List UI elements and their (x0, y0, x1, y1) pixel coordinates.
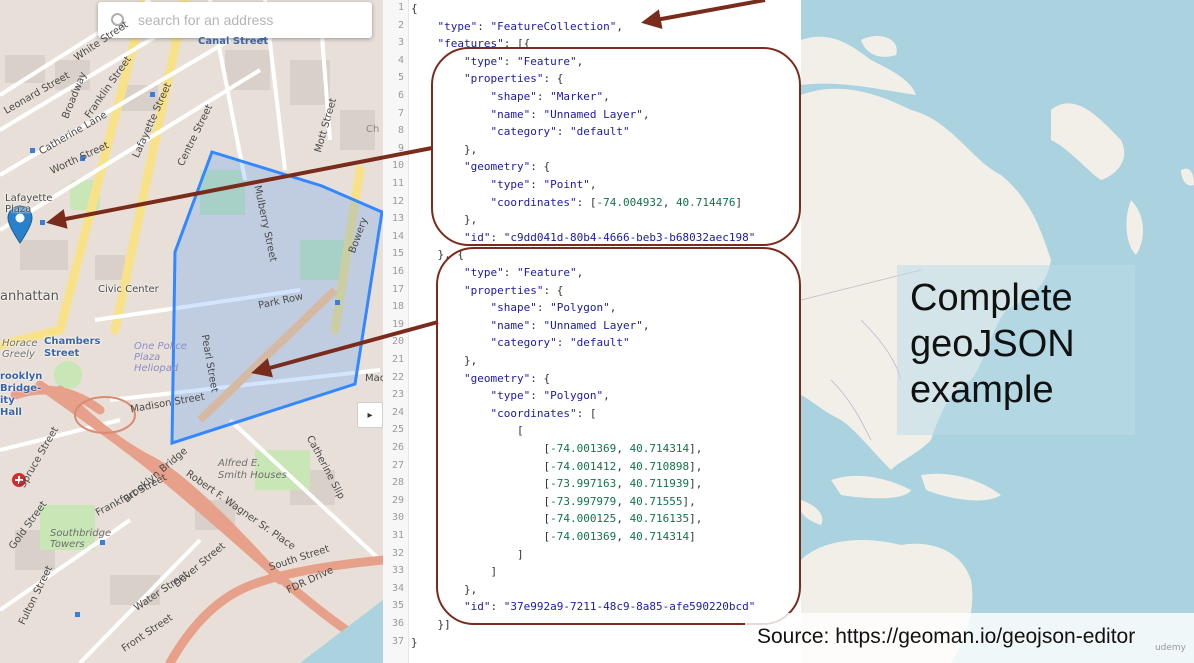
line-number: 18 (391, 301, 404, 313)
line-number: 11 (391, 178, 404, 189)
line-number: 27 (391, 459, 404, 471)
search-input[interactable] (136, 11, 360, 29)
line-number: 20 (391, 336, 404, 348)
code-line[interactable]: { (411, 2, 418, 15)
line-number: 34 (391, 582, 404, 594)
line-number: 30 (391, 512, 404, 524)
line-number: 1 (397, 2, 404, 13)
line-number: 3 (397, 37, 404, 49)
search-icon (110, 12, 126, 28)
line-number: 2 (397, 19, 404, 31)
code-line[interactable]: "type": "FeatureCollection", (411, 20, 623, 33)
geojson-editor[interactable]: 1 2 3 4 5 6 7 8 9 10 11 12 13 14 15 16 17 18 19 20 21 22 23 24 2… (383, 0, 801, 663)
source-caption: Source: https://geoman.io/geojson-editor (757, 625, 1136, 648)
line-number: 22 (391, 371, 404, 383)
line-number: 25 (391, 424, 404, 436)
code-line[interactable]: } (411, 636, 418, 649)
watermark-text: udemy (1154, 643, 1186, 653)
line-number: 31 (391, 530, 404, 541)
line-number: 28 (391, 477, 404, 489)
expand-panel-button[interactable]: ▸ (357, 402, 383, 428)
map-view[interactable]: Canal Street White Street Broadway Leona… (0, 0, 383, 663)
map-tiles (0, 0, 383, 663)
line-number: 36 (391, 618, 404, 629)
line-number: 13 (391, 213, 404, 225)
line-number: 33 (391, 565, 404, 577)
line-number: 5 (397, 72, 404, 84)
line-number: 37 (391, 635, 404, 647)
line-number: 35 (391, 600, 404, 612)
marker-feature-callout (431, 47, 801, 246)
line-number: 15 (391, 248, 404, 260)
code-line[interactable]: }] (411, 618, 450, 631)
line-number: 29 (391, 494, 404, 506)
line-number: 32 (391, 547, 404, 559)
address-search[interactable] (98, 2, 372, 38)
line-number: 24 (391, 406, 404, 418)
line-number: 10 (391, 160, 404, 172)
line-number: 4 (397, 54, 404, 66)
line-number: 21 (391, 354, 404, 365)
line-number: 9 (397, 142, 404, 154)
line-number: 23 (391, 389, 404, 401)
line-number: 12 (391, 195, 404, 207)
line-number: 17 (391, 283, 404, 295)
line-number: 6 (397, 90, 404, 101)
slide-title: Complete geoJSON example (910, 277, 1075, 411)
line-number: 19 (391, 318, 404, 330)
line-number: 7 (397, 107, 404, 119)
line-number: 26 (391, 442, 404, 453)
line-number: 8 (397, 125, 404, 137)
line-number-gutter: 1 2 3 4 5 6 7 8 9 10 11 12 13 14 15 16 17 18 19 20 21 22 23 24 2… (383, 0, 409, 663)
line-number: 14 (391, 230, 404, 242)
line-number: 16 (391, 266, 404, 277)
polygon-feature-callout (436, 247, 801, 625)
